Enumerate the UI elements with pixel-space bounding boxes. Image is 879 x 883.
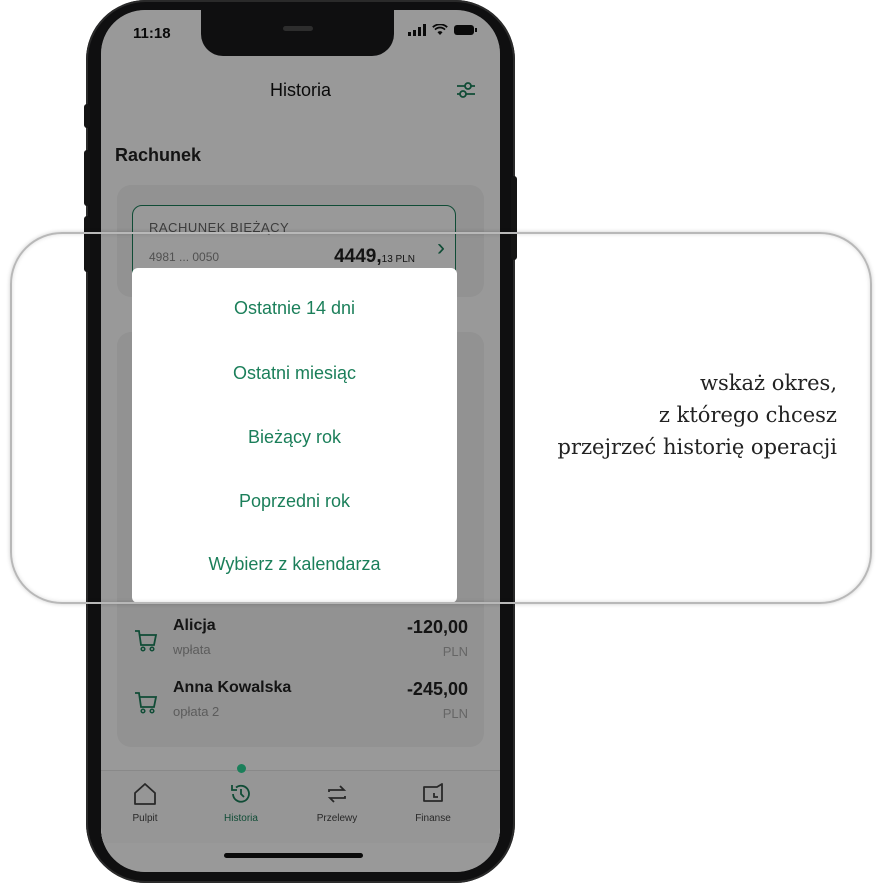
tab-historia[interactable]: Historia: [201, 781, 281, 824]
filter-sliders-icon[interactable]: [454, 78, 478, 102]
tab-finanse[interactable]: Finanse: [393, 781, 473, 824]
phone-power-button: [511, 176, 517, 260]
shopping-cart-icon: [135, 630, 158, 652]
account-number: 4981 ... 0050: [149, 250, 220, 264]
wifi-icon: [432, 24, 448, 35]
transaction-name: Alicja: [173, 617, 216, 634]
header: Historia: [101, 70, 500, 110]
shopping-cart-icon: [135, 692, 158, 714]
transaction-currency: PLN: [442, 644, 468, 659]
speaker: [283, 26, 313, 31]
tab-przelewy[interactable]: Przelewy: [297, 781, 377, 824]
option-last-month[interactable]: Ostatni miesiąc: [132, 363, 457, 384]
balance-whole: 4449: [334, 246, 377, 267]
notch: [201, 10, 394, 56]
list-item[interactable]: Alicja wpłata -120,00 PLN: [117, 615, 484, 671]
hint-line: z którego chcesz: [658, 403, 837, 427]
transaction-currency: PLN: [442, 706, 468, 721]
transaction-description: wpłata: [173, 642, 211, 657]
option-previous-year[interactable]: Poprzedni rok: [132, 491, 457, 512]
transaction-description: opłata 2: [173, 704, 220, 719]
phone-volume-down-button: [84, 216, 90, 272]
period-popup: Ostatnie 14 dni Ostatni miesiąc Bieżący …: [132, 268, 457, 603]
transaction-name: Anna Kowalska: [173, 679, 292, 696]
signal-icon: [408, 24, 426, 36]
history-icon: [231, 784, 250, 803]
status-time: 11:18: [133, 25, 171, 42]
phone-side-button: [84, 104, 90, 128]
transaction-amount: -245,00: [406, 679, 468, 699]
chevron-right-icon: ›: [437, 234, 445, 261]
tab-bar: Pulpit Historia Przelewy Finanse: [101, 770, 500, 843]
tab-pulpit[interactable]: Pulpit: [105, 781, 185, 824]
transfer-icon: [327, 785, 347, 803]
transaction-amount: -120,00: [406, 617, 468, 637]
battery-icon: [454, 25, 477, 35]
tab-label: Pulpit: [132, 813, 158, 824]
option-last-14-days[interactable]: Ostatnie 14 dni: [132, 298, 457, 319]
finance-icon: [423, 783, 443, 802]
active-tab-dot: [237, 764, 246, 773]
section-title-account: Rachunek: [115, 145, 202, 165]
hint-line: wskaż okres,: [699, 371, 837, 395]
account-name: RACHUNEK BIEŻĄCY: [149, 220, 290, 235]
tab-label: Finanse: [415, 813, 451, 824]
phone-volume-up-button: [84, 150, 90, 206]
home-icon: [134, 783, 156, 805]
hint-line: przejrzeć historię operacji: [557, 435, 837, 459]
balance-decimal: 13 PLN: [381, 254, 415, 265]
tab-label: Historia: [224, 813, 258, 824]
list-item[interactable]: Anna Kowalska opłata 2 -245,00 PLN: [117, 677, 484, 733]
status-icons: [408, 24, 477, 36]
account-balance: 4449,13 PLN: [334, 246, 415, 267]
hint-text: wskaż okres, z którego chcesz przejrzeć …: [558, 367, 837, 463]
page-title: Historia: [269, 80, 331, 100]
tab-label: Przelewy: [316, 813, 358, 824]
home-indicator: [224, 853, 363, 858]
option-current-year[interactable]: Bieżący rok: [132, 427, 457, 448]
option-pick-from-calendar[interactable]: Wybierz z kalendarza: [132, 554, 457, 575]
